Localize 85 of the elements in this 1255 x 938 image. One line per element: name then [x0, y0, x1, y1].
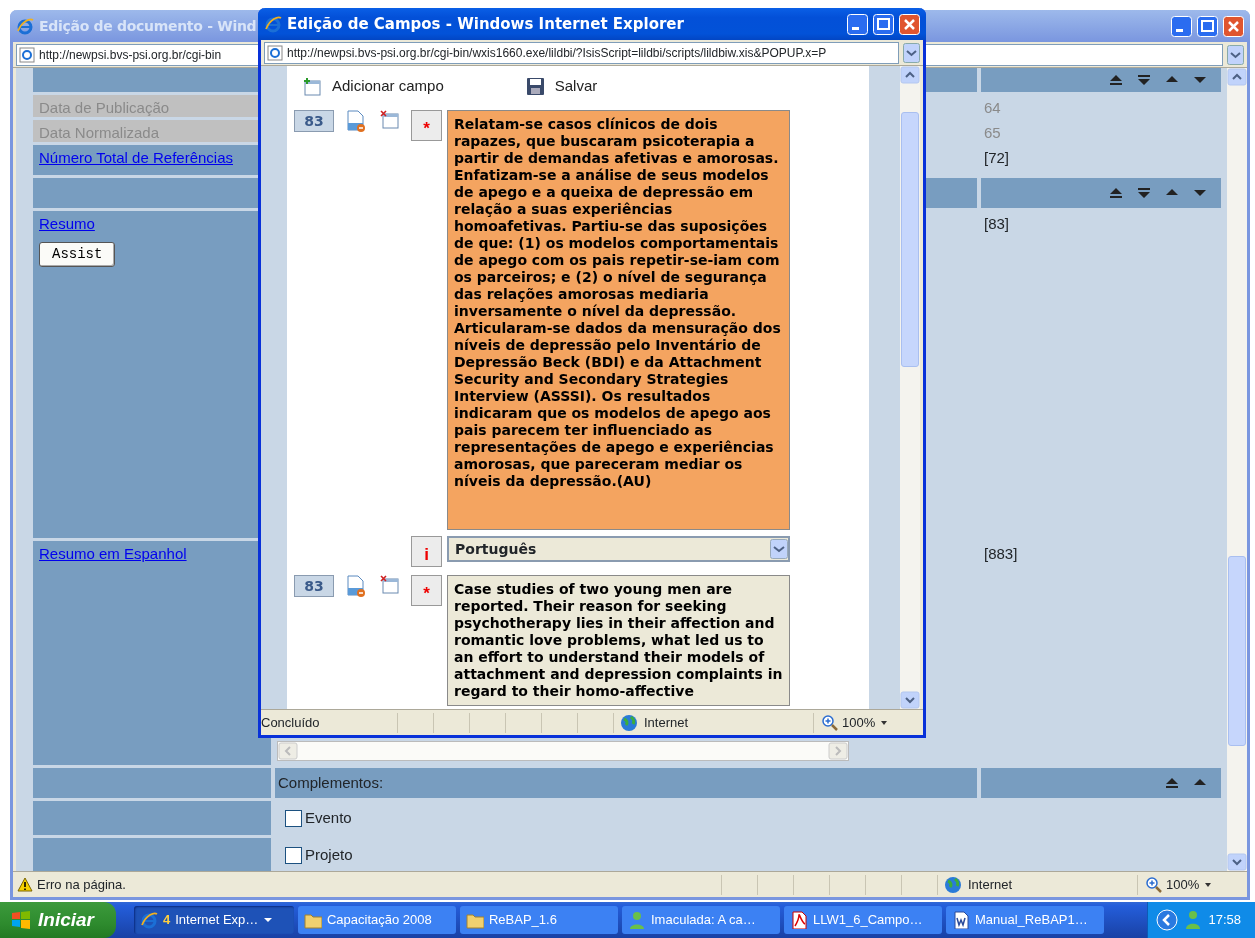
text-area[interactable]: Relatam-se casos clínicos de dois rapazes, que buscaram psicoterapia a partir de demandas afetivas e amorosas. Enfatizam-se a análise de seus modelos de apego e a queixa de depressão em relação a suas experiências homoafetivas. Partiu-se das suposições de que: (1) os modelos comportamentais de apego com os pais repetir-se-iam com os parceiros; e (2) o nível de segurança das relações amorosas mediaria inversamente o nível da depressão. Articularam-se dados da mensuração dos níveis de depressão pelo Inventário de Depressão Beck (BDI) e da Attachment Security and Secondary Strategies Interview (ASSSI). Os resultados indicaram que os modelos de apego aos pais parecem ter influenciado as representações de apego e experiências amorosas, que pareceram mediar os níveis da depressão.(AU)	[447, 110, 790, 530]
dropdown-button[interactable]	[903, 42, 920, 63]
taskbar-button[interactable]: Capacitação 2008	[298, 906, 456, 934]
document-icon	[952, 911, 970, 929]
calendar-delete-icon[interactable]	[380, 575, 400, 595]
field-marker[interactable]: *	[411, 575, 442, 606]
minimize-button[interactable]	[1171, 15, 1192, 37]
zoom-level[interactable]: 100%	[842, 712, 876, 733]
checkbox-label: Evento	[305, 807, 352, 828]
start-button[interactable]: Iniciar	[0, 902, 116, 938]
checkbox[interactable]	[285, 846, 302, 864]
scroll-thumb[interactable]	[901, 112, 919, 367]
text-area[interactable]: Case studies of two young men are reported. Their reason for seeking psychotherapy lies in their affection and romantic love problems, what led us to an effort to understand their models of attachment and depression complaints in regard to their homo-affective	[447, 575, 790, 706]
scroll-thumb[interactable]	[1228, 556, 1246, 746]
save-button[interactable]: Salvar	[525, 75, 598, 98]
page-icon	[19, 46, 35, 63]
maximize-button[interactable]	[1197, 15, 1218, 37]
field-tag: 83	[294, 575, 334, 597]
browser-icon	[140, 911, 158, 929]
calendar-delete-icon[interactable]	[380, 110, 400, 130]
taskbar-button[interactable]: LLW1_6_Campo…	[784, 906, 942, 934]
calendar-plus-icon	[303, 77, 322, 96]
field-value: [72]	[984, 149, 1010, 166]
taskbar-button[interactable]: Imaculada: A ca…	[622, 906, 780, 934]
move-bottom-icon[interactable]	[1137, 186, 1151, 200]
windows-logo-icon	[10, 910, 32, 930]
checkbox[interactable]	[285, 809, 302, 827]
pdf-file-icon	[790, 911, 808, 929]
caret-icon[interactable]	[1203, 880, 1214, 889]
move-top-icon[interactable]	[1165, 776, 1179, 790]
section-heading: Complementos:	[278, 772, 384, 793]
document-remove-icon[interactable]	[346, 110, 366, 132]
minimize-button[interactable]	[847, 13, 868, 35]
window-title: Edição de documento - Wind	[39, 16, 257, 36]
field-label[interactable]: Resumo	[39, 215, 95, 232]
field-label[interactable]: Resumo em Espanhol	[39, 545, 187, 562]
language-select[interactable]: Português	[447, 536, 790, 562]
status-text: Concluído	[261, 713, 320, 732]
add-field-button[interactable]: Adicionar campo	[303, 75, 444, 98]
folder-icon	[304, 911, 322, 929]
scroll-up-button[interactable]	[1227, 68, 1247, 86]
zoom-level[interactable]: 100%	[1166, 874, 1200, 895]
document-remove-icon[interactable]	[346, 575, 366, 597]
field-value: 64	[984, 99, 1001, 116]
move-bottom-icon[interactable]	[1137, 73, 1151, 87]
checkbox-label: Projeto	[305, 844, 353, 865]
browser-icon	[264, 15, 282, 33]
zoom-icon	[1146, 876, 1162, 893]
move-top-icon[interactable]	[1109, 186, 1123, 200]
scroll-down-button[interactable]	[900, 691, 920, 709]
person-icon	[628, 911, 646, 929]
field-value: [83]	[984, 215, 1010, 232]
chevron-left-icon[interactable]	[1156, 909, 1179, 931]
browser-icon	[16, 17, 34, 35]
close-button[interactable]	[899, 13, 920, 35]
caret-icon	[263, 916, 274, 924]
globe-icon	[944, 875, 962, 894]
horizontal-scrollbar[interactable]	[277, 741, 849, 761]
clock: 17:58	[1208, 911, 1241, 930]
taskbar-button[interactable]: 4 Internet Exp…	[134, 906, 294, 934]
caret-icon[interactable]	[879, 718, 890, 727]
dropdown-button[interactable]	[1227, 44, 1244, 65]
move-top-icon[interactable]	[1109, 73, 1123, 87]
field-value: [883]	[984, 545, 1018, 562]
zone-label: Internet	[644, 713, 689, 732]
zone-label: Internet	[968, 875, 1013, 894]
field-marker[interactable]: i	[411, 536, 442, 567]
taskbar-button[interactable]: Manual_ReBAP1…	[946, 906, 1104, 934]
page-icon	[267, 44, 283, 61]
scroll-down-button[interactable]	[1227, 853, 1247, 871]
assist-button[interactable]: Assist	[39, 241, 116, 267]
address-field[interactable]: http://newpsi.bvs-psi.org.br/cgi-bin/wxis1660.exe/lildbi/?IsisScript=lildbi/scripts/lildbiw.xis&POPUP.x=P	[264, 41, 899, 64]
status-text: Erro na página.	[37, 875, 126, 894]
field-value: 65	[984, 124, 1001, 141]
field-marker[interactable]: *	[411, 110, 442, 141]
window-title: Edição de Campos - Windows Internet Explorer	[287, 13, 684, 35]
folder-icon	[466, 911, 484, 929]
close-button[interactable]	[1223, 15, 1244, 37]
field-tag: 83	[294, 110, 334, 132]
maximize-button[interactable]	[873, 13, 894, 35]
scroll-up-button[interactable]	[900, 66, 920, 84]
zoom-icon	[822, 714, 838, 731]
warning-icon	[17, 877, 33, 892]
taskbar-button[interactable]: ReBAP_1.6	[460, 906, 618, 934]
globe-icon	[620, 713, 638, 732]
